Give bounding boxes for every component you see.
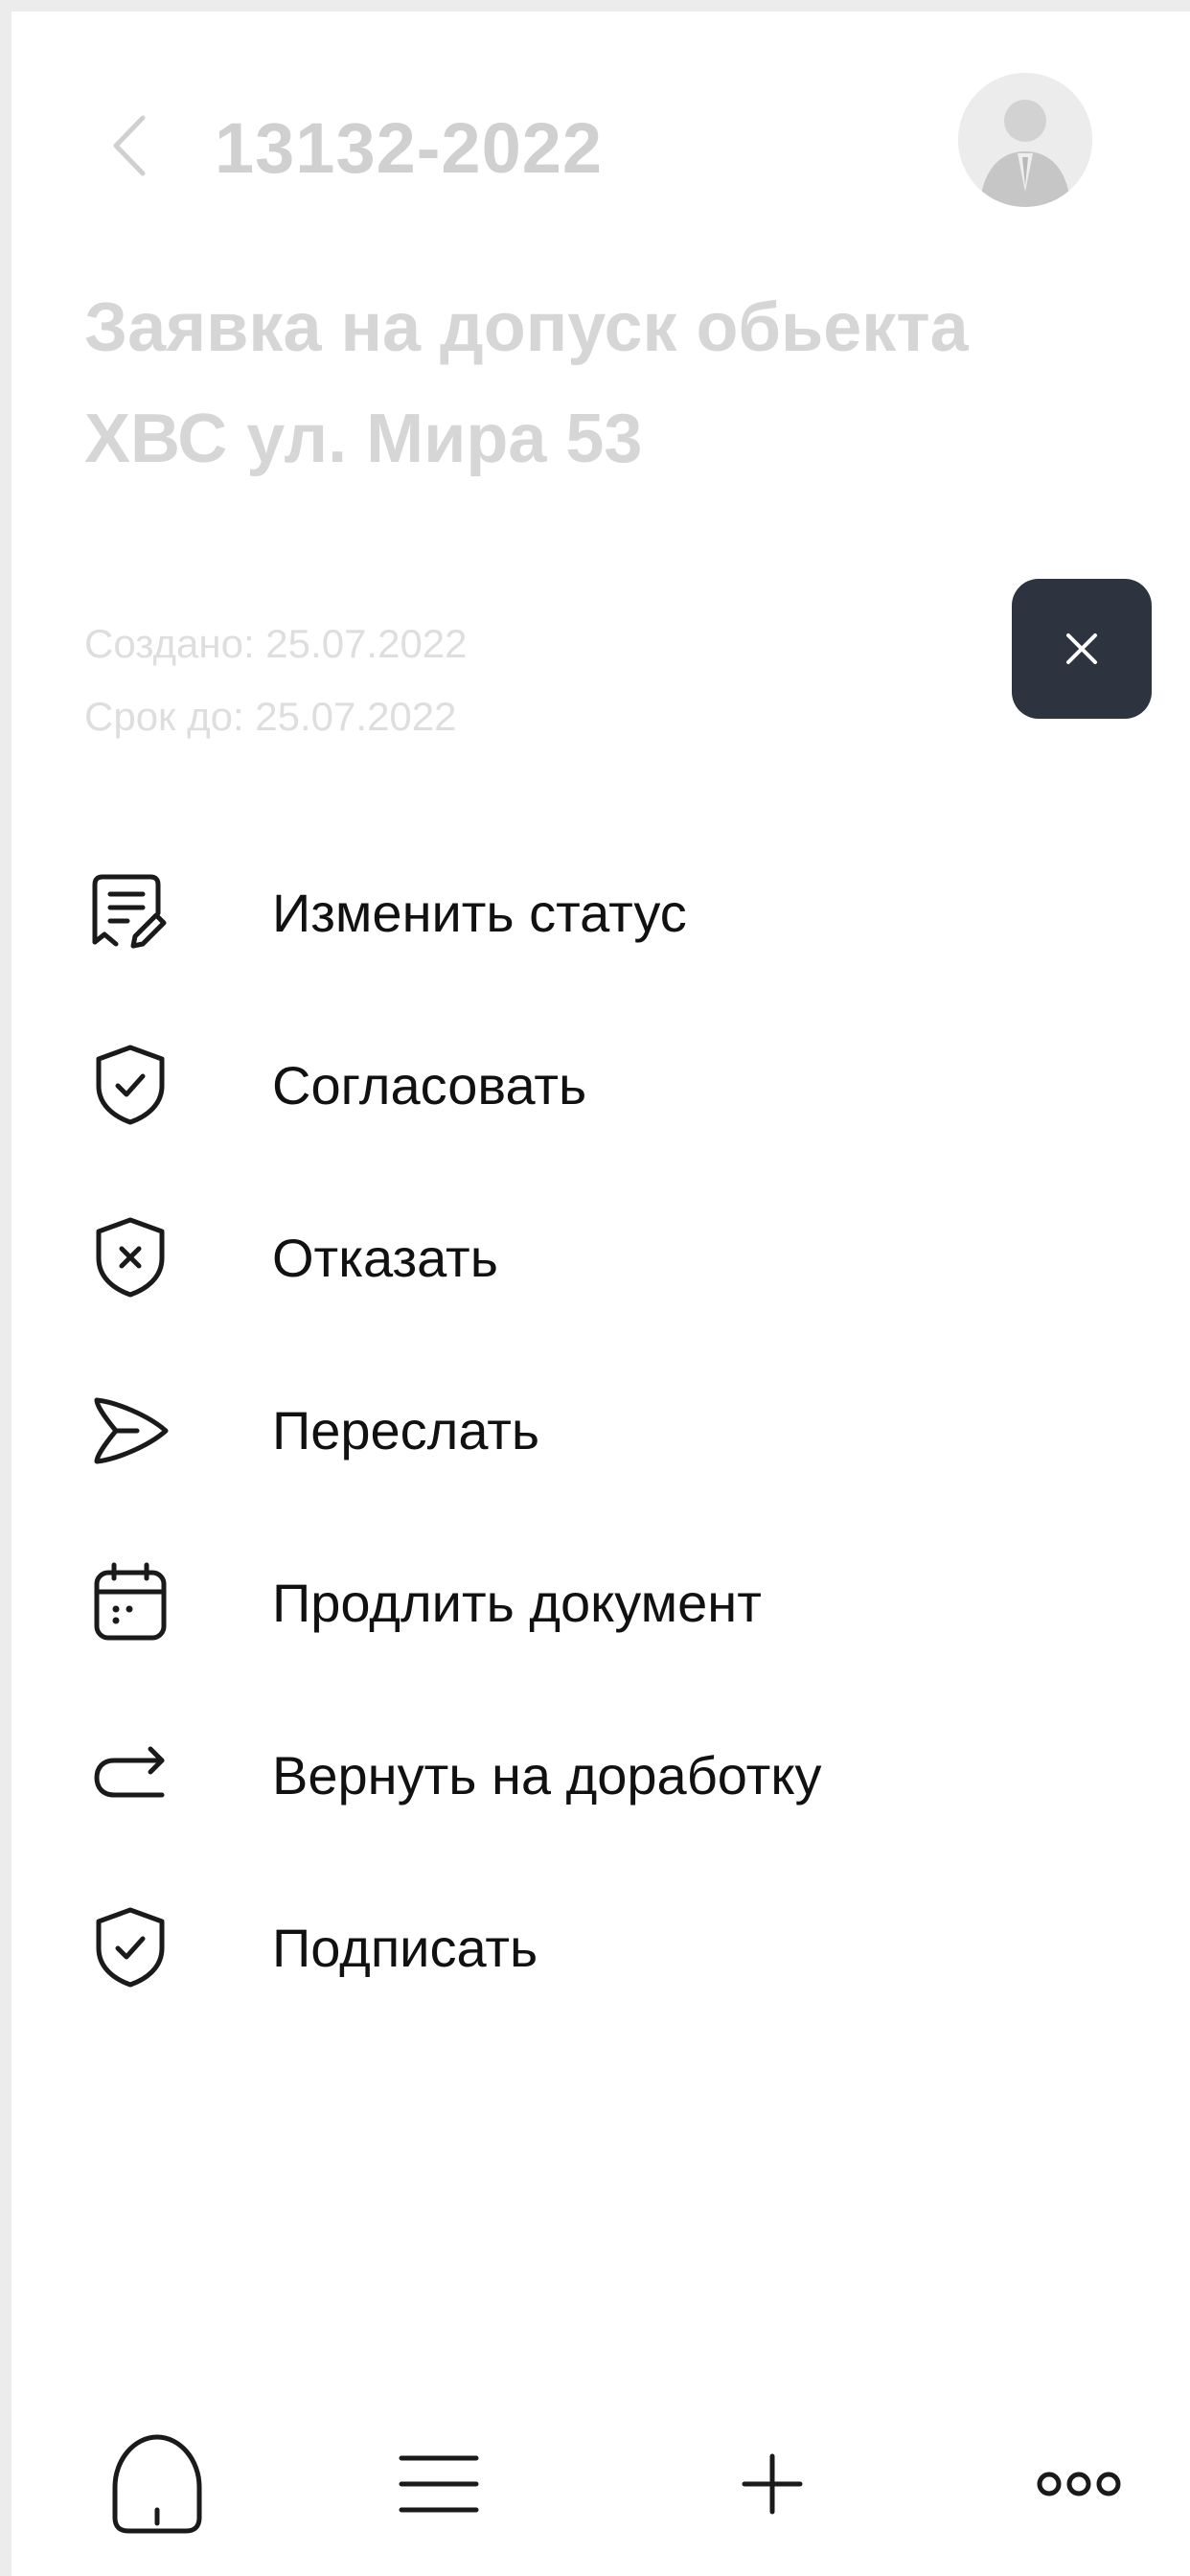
close-actions-button[interactable] bbox=[1012, 579, 1152, 719]
deadline-date: Срок до: 25.07.2022 bbox=[84, 694, 457, 739]
nav-menu-button[interactable] bbox=[381, 2426, 496, 2542]
nav-more-button[interactable] bbox=[1021, 2426, 1136, 2542]
created-date: Создано: 25.07.2022 bbox=[84, 621, 468, 666]
document-number: 13132-2022 bbox=[215, 108, 604, 188]
more-icon bbox=[1037, 2472, 1121, 2496]
action-label: Согласовать bbox=[272, 1054, 587, 1116]
document-title: Заявка на допуск обьекта ХВС ул. Мира 53 bbox=[84, 289, 969, 477]
action-label: Вернуть на доработку bbox=[272, 1744, 822, 1806]
menu-icon bbox=[399, 2455, 479, 2513]
document-meta: Создано: 25.07.2022 Срок до: 25.07.2022 bbox=[84, 608, 468, 753]
action-label: Отказать bbox=[272, 1227, 498, 1288]
plus-icon bbox=[742, 2453, 803, 2515]
nav-home-button[interactable] bbox=[100, 2426, 215, 2542]
calendar-icon bbox=[80, 1552, 180, 1652]
action-label: Переслать bbox=[272, 1399, 540, 1460]
bottom-navigation bbox=[11, 2407, 1190, 2561]
home-icon bbox=[112, 2434, 202, 2534]
action-sign[interactable]: Подписать bbox=[80, 1890, 1134, 2005]
action-label: Подписать bbox=[272, 1917, 538, 1978]
back-button[interactable] bbox=[96, 107, 163, 184]
action-approve[interactable]: Согласовать bbox=[80, 1027, 1134, 1142]
close-icon bbox=[1066, 633, 1097, 664]
chevron-left-icon bbox=[113, 115, 146, 176]
shield-check-icon bbox=[80, 1035, 180, 1135]
action-change-status[interactable]: Изменить статус bbox=[80, 855, 1134, 970]
document-edit-icon bbox=[80, 862, 180, 962]
action-label: Продлить документ bbox=[272, 1572, 762, 1633]
nav-add-button[interactable] bbox=[715, 2426, 830, 2542]
action-extend-document[interactable]: Продлить документ bbox=[80, 1545, 1134, 1660]
avatar[interactable] bbox=[958, 73, 1092, 207]
screen: 13132-2022 Заявка на допуск обьекта ХВС … bbox=[11, 12, 1190, 2576]
action-forward[interactable]: Переслать bbox=[80, 1372, 1134, 1487]
user-photo-icon bbox=[958, 73, 1092, 207]
shield-check-icon bbox=[80, 1898, 180, 1997]
action-reject[interactable]: Отказать bbox=[80, 1200, 1134, 1315]
action-label: Изменить статус bbox=[272, 882, 687, 943]
return-arrow-icon bbox=[80, 1725, 180, 1825]
shield-x-icon bbox=[80, 1208, 180, 1307]
send-icon bbox=[80, 1380, 180, 1480]
action-return-for-revision[interactable]: Вернуть на доработку bbox=[80, 1717, 1134, 1832]
